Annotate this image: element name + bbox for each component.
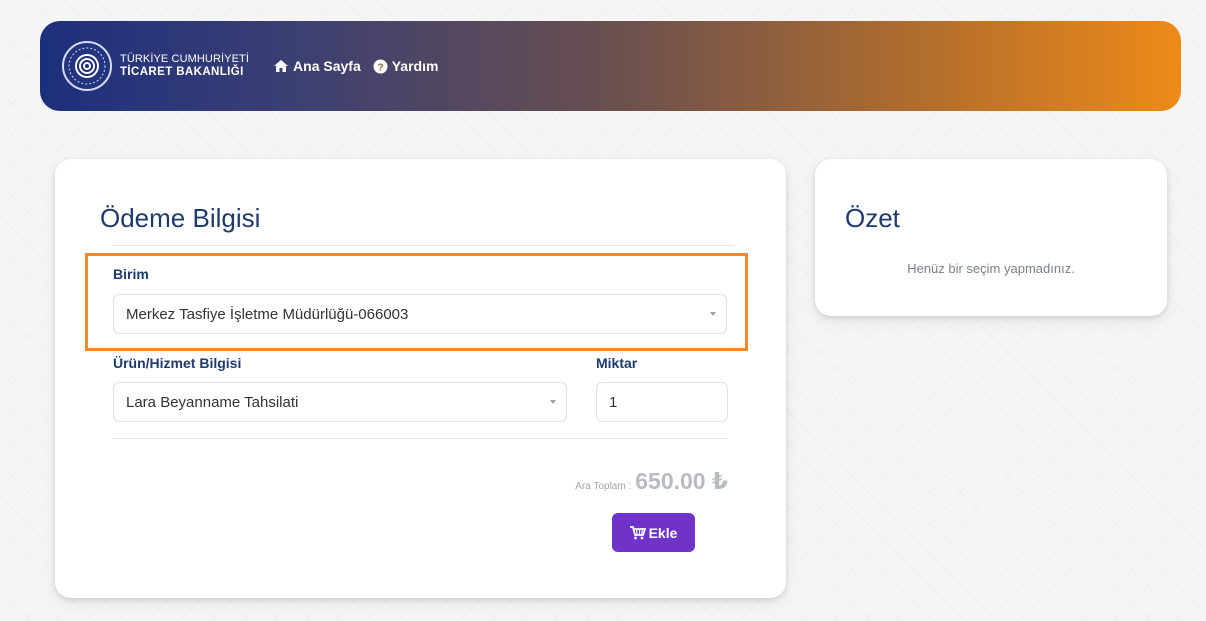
quantity-value: 1 xyxy=(609,393,618,411)
home-icon xyxy=(274,60,289,72)
nav-help-label: Yardım xyxy=(391,58,439,74)
subtotal: Ara Toplam : 650.00 ₺ xyxy=(575,468,728,495)
cart-icon xyxy=(629,525,646,539)
summary-card: Özet Henüz bir seçim yapmadınız. xyxy=(815,159,1167,316)
subtotal-label: Ara Toplam : xyxy=(575,481,632,492)
add-button-label: Ekle xyxy=(648,524,678,541)
ministry-logo-text[interactable]: TÜRKİYE CUMHURİYETİ TİCARET BAKANLIĞI xyxy=(120,53,249,79)
form-divider xyxy=(113,438,727,439)
subtotal-value: 650.00 ₺ xyxy=(635,468,728,494)
payment-title: Ödeme Bilgisi xyxy=(100,203,261,233)
summary-empty-message: Henüz bir seçim yapmadınız. xyxy=(907,261,1075,276)
logo-line2: TİCARET BAKANLIĞI xyxy=(120,66,244,78)
nav-help-link[interactable]: ? Yardım xyxy=(373,58,439,74)
add-button[interactable]: Ekle xyxy=(612,513,695,552)
title-divider xyxy=(113,245,734,246)
service-select-value: Lara Beyanname Tahsilati xyxy=(126,393,299,411)
logo-line1: TÜRKİYE CUMHURİYETİ xyxy=(120,53,250,65)
unit-highlight-box xyxy=(85,253,748,351)
payment-info-card: Ödeme Bilgisi Birim Merkez Tasfiye İşlet… xyxy=(55,159,786,598)
main-nav: Ana Sayfa ? Yardım xyxy=(273,58,450,74)
ministry-logo-seal[interactable] xyxy=(62,41,112,91)
service-select[interactable]: Lara Beyanname Tahsilati xyxy=(113,382,567,422)
seal-emblem-icon xyxy=(68,47,106,85)
chevron-down-icon xyxy=(550,400,556,404)
nav-home-link[interactable]: Ana Sayfa xyxy=(273,58,361,74)
quantity-input[interactable]: 1 xyxy=(596,382,728,422)
question-circle-icon: ? xyxy=(373,59,388,73)
svg-text:?: ? xyxy=(377,62,383,73)
quantity-label: Miktar xyxy=(596,355,638,371)
service-label: Ürün/Hizmet Bilgisi xyxy=(113,355,242,371)
top-header: TÜRKİYE CUMHURİYETİ TİCARET BAKANLIĞI An… xyxy=(40,21,1181,111)
nav-home-label: Ana Sayfa xyxy=(293,58,361,74)
summary-title: Özet xyxy=(845,203,900,233)
